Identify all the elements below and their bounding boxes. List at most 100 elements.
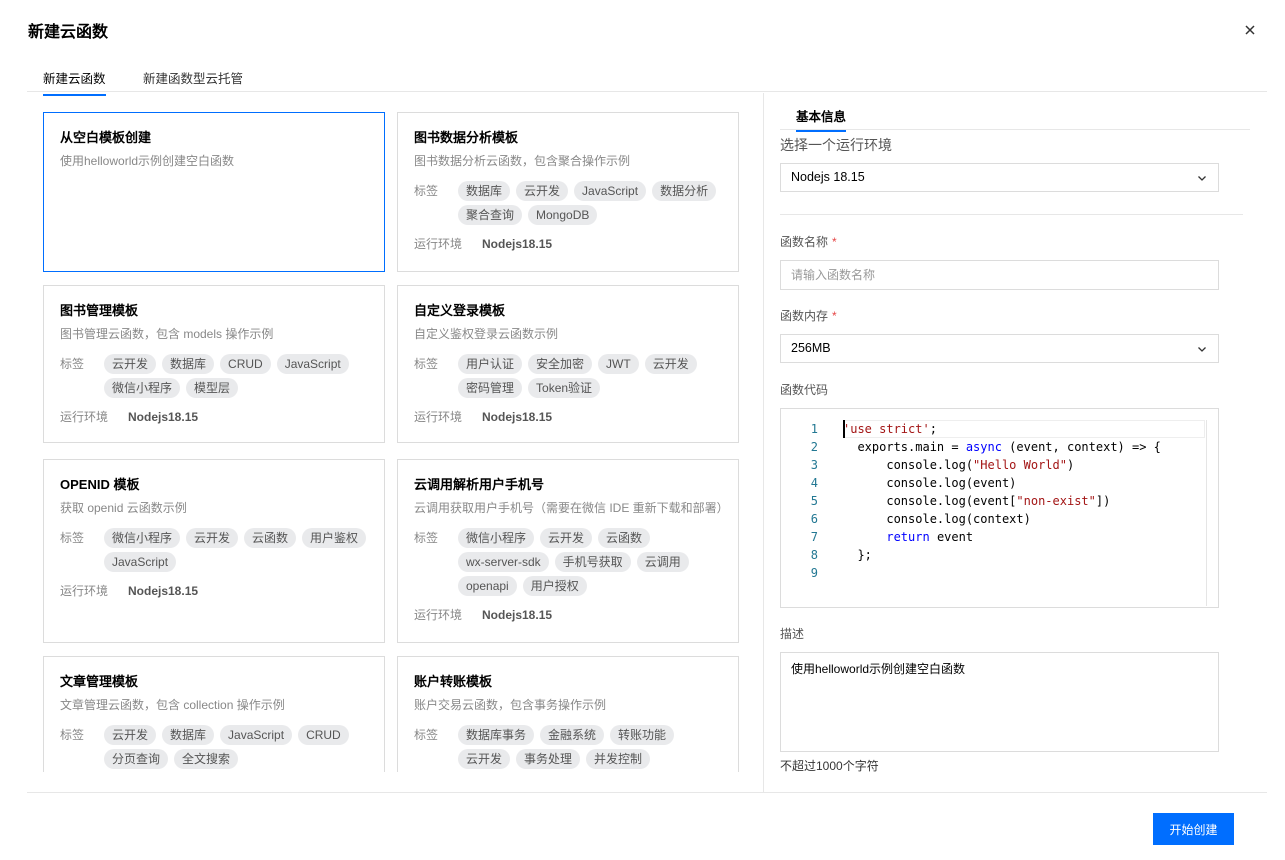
template-card[interactable]: 自定义登录模板 自定义鉴权登录云函数示例 标签 用户认证 安全加密 JWT 云开发 密码管理 T… bbox=[397, 285, 739, 443]
tag: openapi bbox=[458, 576, 517, 596]
tag: 手机号获取 bbox=[554, 552, 631, 572]
template-card[interactable]: 账户转账模板 账户交易云函数，包含事务操作示例 标签 数据库事务 金融系统 转账功能 云开发… bbox=[397, 656, 739, 772]
tab-new-function-hosting[interactable]: 新建函数型云托管 bbox=[143, 68, 243, 94]
pane-divider bbox=[763, 93, 764, 792]
required-mark: * bbox=[832, 235, 837, 249]
line-number: 3 bbox=[810, 458, 818, 472]
code-token: console.log( bbox=[843, 458, 974, 472]
code-editor[interactable]: 1'use strict'; 2 exports.main = async (ev… bbox=[780, 408, 1219, 608]
tag: 安全加密 bbox=[528, 354, 593, 374]
template-tags-row: 标签 数据库 云开发 JavaScript 数据分析 聚合查询 MongoDB bbox=[414, 181, 722, 225]
line-number: 2 bbox=[810, 440, 818, 454]
code-token: console.log(event[ bbox=[843, 494, 1017, 508]
runtime-value: Nodejs18.15 bbox=[128, 410, 199, 424]
tag: wx-server-sdk bbox=[458, 552, 549, 572]
code-token: exports.main = bbox=[843, 440, 966, 454]
tag-list: 微信小程序 云开发 云函数 用户鉴权 JavaScript bbox=[104, 528, 368, 572]
tag: 云开发 bbox=[186, 528, 239, 548]
line-number: 5 bbox=[810, 494, 818, 508]
tags-label: 标签 bbox=[414, 184, 439, 198]
template-card[interactable]: 图书数据分析模板 图书数据分析云函数，包含聚合操作示例 标签 数据库 云开发 JavaSc… bbox=[397, 112, 739, 272]
template-runtime-row: 运行环境 Nodejs18.15 bbox=[414, 235, 722, 253]
tag: 金融系统 bbox=[540, 725, 605, 745]
template-description: 云调用获取用户手机号（需要在微信 IDE 重新下载和部署） bbox=[414, 501, 729, 515]
template-description: 账户交易云函数，包含事务操作示例 bbox=[414, 698, 607, 712]
env-label: 选择一个运行环境 bbox=[780, 137, 892, 153]
close-icon bbox=[1245, 25, 1255, 35]
tag-list: 微信小程序 云开发 云函数 wx-server-sdk 手机号获取 云调用 openapi 用… bbox=[458, 528, 722, 596]
close-button[interactable] bbox=[1240, 20, 1260, 40]
tag: 云函数 bbox=[598, 528, 651, 548]
function-name-input[interactable] bbox=[780, 260, 1219, 290]
template-card[interactable]: 从空白模板创建 使用helloworld示例创建空白函数 bbox=[43, 112, 385, 272]
tags-label: 标签 bbox=[414, 357, 439, 371]
template-title: 云调用解析用户手机号 bbox=[414, 477, 545, 492]
template-card[interactable]: OPENID 模板 获取 openid 云函数示例 标签 微信小程序 云开发 云函数 用户鉴… bbox=[43, 459, 385, 643]
tag: 数据库 bbox=[162, 725, 215, 745]
function-memory-label: 函数内存 * bbox=[780, 309, 837, 323]
code-line: 6 console.log(context) bbox=[781, 510, 1201, 528]
code-text: console.log(context) bbox=[843, 510, 1031, 528]
template-tags-row: 标签 用户认证 安全加密 JWT 云开发 密码管理 Token验证 bbox=[414, 354, 722, 398]
tag: 密码管理 bbox=[458, 378, 523, 398]
tag: 分页查询 bbox=[104, 749, 169, 769]
tag: 云调用 bbox=[636, 552, 689, 572]
code-token: "non-exist" bbox=[1016, 494, 1096, 508]
tag-list: 云开发 数据库 JavaScript CRUD 分页查询 全文搜索 bbox=[104, 725, 368, 769]
template-description: 图书管理云函数，包含 models 操作示例 bbox=[60, 327, 274, 341]
runtime-select[interactable]: Nodejs 18.15 bbox=[780, 163, 1219, 192]
create-button[interactable]: 开始创建 bbox=[1153, 813, 1234, 845]
line-number: 7 bbox=[810, 530, 818, 544]
description-textarea[interactable]: 使用helloworld示例创建空白函数 bbox=[780, 652, 1219, 752]
code-text: 'use strict'; bbox=[843, 420, 937, 438]
memory-select[interactable]: 256MB bbox=[780, 334, 1219, 363]
code-token: ]) bbox=[1095, 494, 1111, 508]
template-list: 从空白模板创建 使用helloworld示例创建空白函数 图书数据分析模板 图书数据分… bbox=[27, 93, 763, 772]
code-token: return bbox=[886, 530, 930, 544]
code-token: "Hello World" bbox=[973, 458, 1067, 472]
template-title: 文章管理模板 bbox=[60, 674, 139, 689]
tags-label: 标签 bbox=[60, 728, 85, 742]
tag-list: 用户认证 安全加密 JWT 云开发 密码管理 Token验证 bbox=[458, 354, 722, 398]
tag: JavaScript bbox=[574, 181, 647, 201]
code-text: console.log(event) bbox=[843, 474, 1016, 492]
tag: JWT bbox=[598, 354, 639, 374]
editor-scrollbar[interactable] bbox=[1206, 420, 1218, 606]
dialog-title: 新建云函数 bbox=[28, 24, 109, 41]
tag: JavaScript bbox=[104, 552, 177, 572]
template-title: OPENID 模板 bbox=[60, 477, 140, 492]
line-number: 4 bbox=[810, 476, 818, 490]
code-text: exports.main = async (event, context) =>… bbox=[843, 438, 1160, 456]
footer-divider bbox=[27, 792, 1267, 793]
code-token: async bbox=[965, 440, 1002, 454]
code-text: console.log("Hello World") bbox=[843, 456, 1074, 474]
code-line: 7 return event bbox=[781, 528, 1201, 546]
code-line: 5 console.log(event["non-exist"]) bbox=[781, 492, 1201, 510]
runtime-label: 运行环境 bbox=[60, 584, 109, 598]
tag: 用户认证 bbox=[458, 354, 523, 374]
tab-basic-info[interactable]: 基本信息 bbox=[796, 106, 847, 132]
runtime-label: 运行环境 bbox=[60, 410, 109, 424]
template-tags-row: 标签 云开发 数据库 JavaScript CRUD 分页查询 全文搜索 bbox=[60, 725, 368, 769]
tag: Token验证 bbox=[528, 378, 601, 398]
template-title: 图书管理模板 bbox=[60, 303, 139, 318]
code-line: 9 bbox=[781, 564, 1201, 582]
tag: JavaScript bbox=[220, 725, 293, 745]
code-token: ; bbox=[929, 422, 937, 436]
template-card[interactable]: 文章管理模板 文章管理云函数，包含 collection 操作示例 标签 云开发 数据库… bbox=[43, 656, 385, 772]
tag-list: 云开发 数据库 CRUD JavaScript 微信小程序 模型层 bbox=[104, 354, 368, 398]
code-token: console.log(event) bbox=[843, 476, 1017, 490]
code-text: }; bbox=[843, 546, 871, 564]
tag: JavaScript bbox=[276, 354, 349, 374]
template-card[interactable]: 图书管理模板 图书管理云函数，包含 models 操作示例 标签 云开发 数据库 CRUD… bbox=[43, 285, 385, 443]
chevron-down-icon bbox=[1198, 176, 1206, 181]
template-card[interactable]: 云调用解析用户手机号 云调用获取用户手机号（需要在微信 IDE 重新下载和部署） 标… bbox=[397, 459, 739, 643]
tab-new-function[interactable]: 新建云函数 bbox=[43, 68, 106, 96]
line-number: 6 bbox=[810, 512, 818, 526]
tag: MongoDB bbox=[528, 205, 598, 225]
template-description: 获取 openid 云函数示例 bbox=[60, 501, 187, 515]
tag: 数据分析 bbox=[652, 181, 717, 201]
code-line: 1 'use strict'; bbox=[781, 420, 1201, 438]
tag: 聚合查询 bbox=[458, 205, 523, 225]
template-runtime-row: 运行环境 Nodejs18.15 bbox=[414, 606, 722, 624]
